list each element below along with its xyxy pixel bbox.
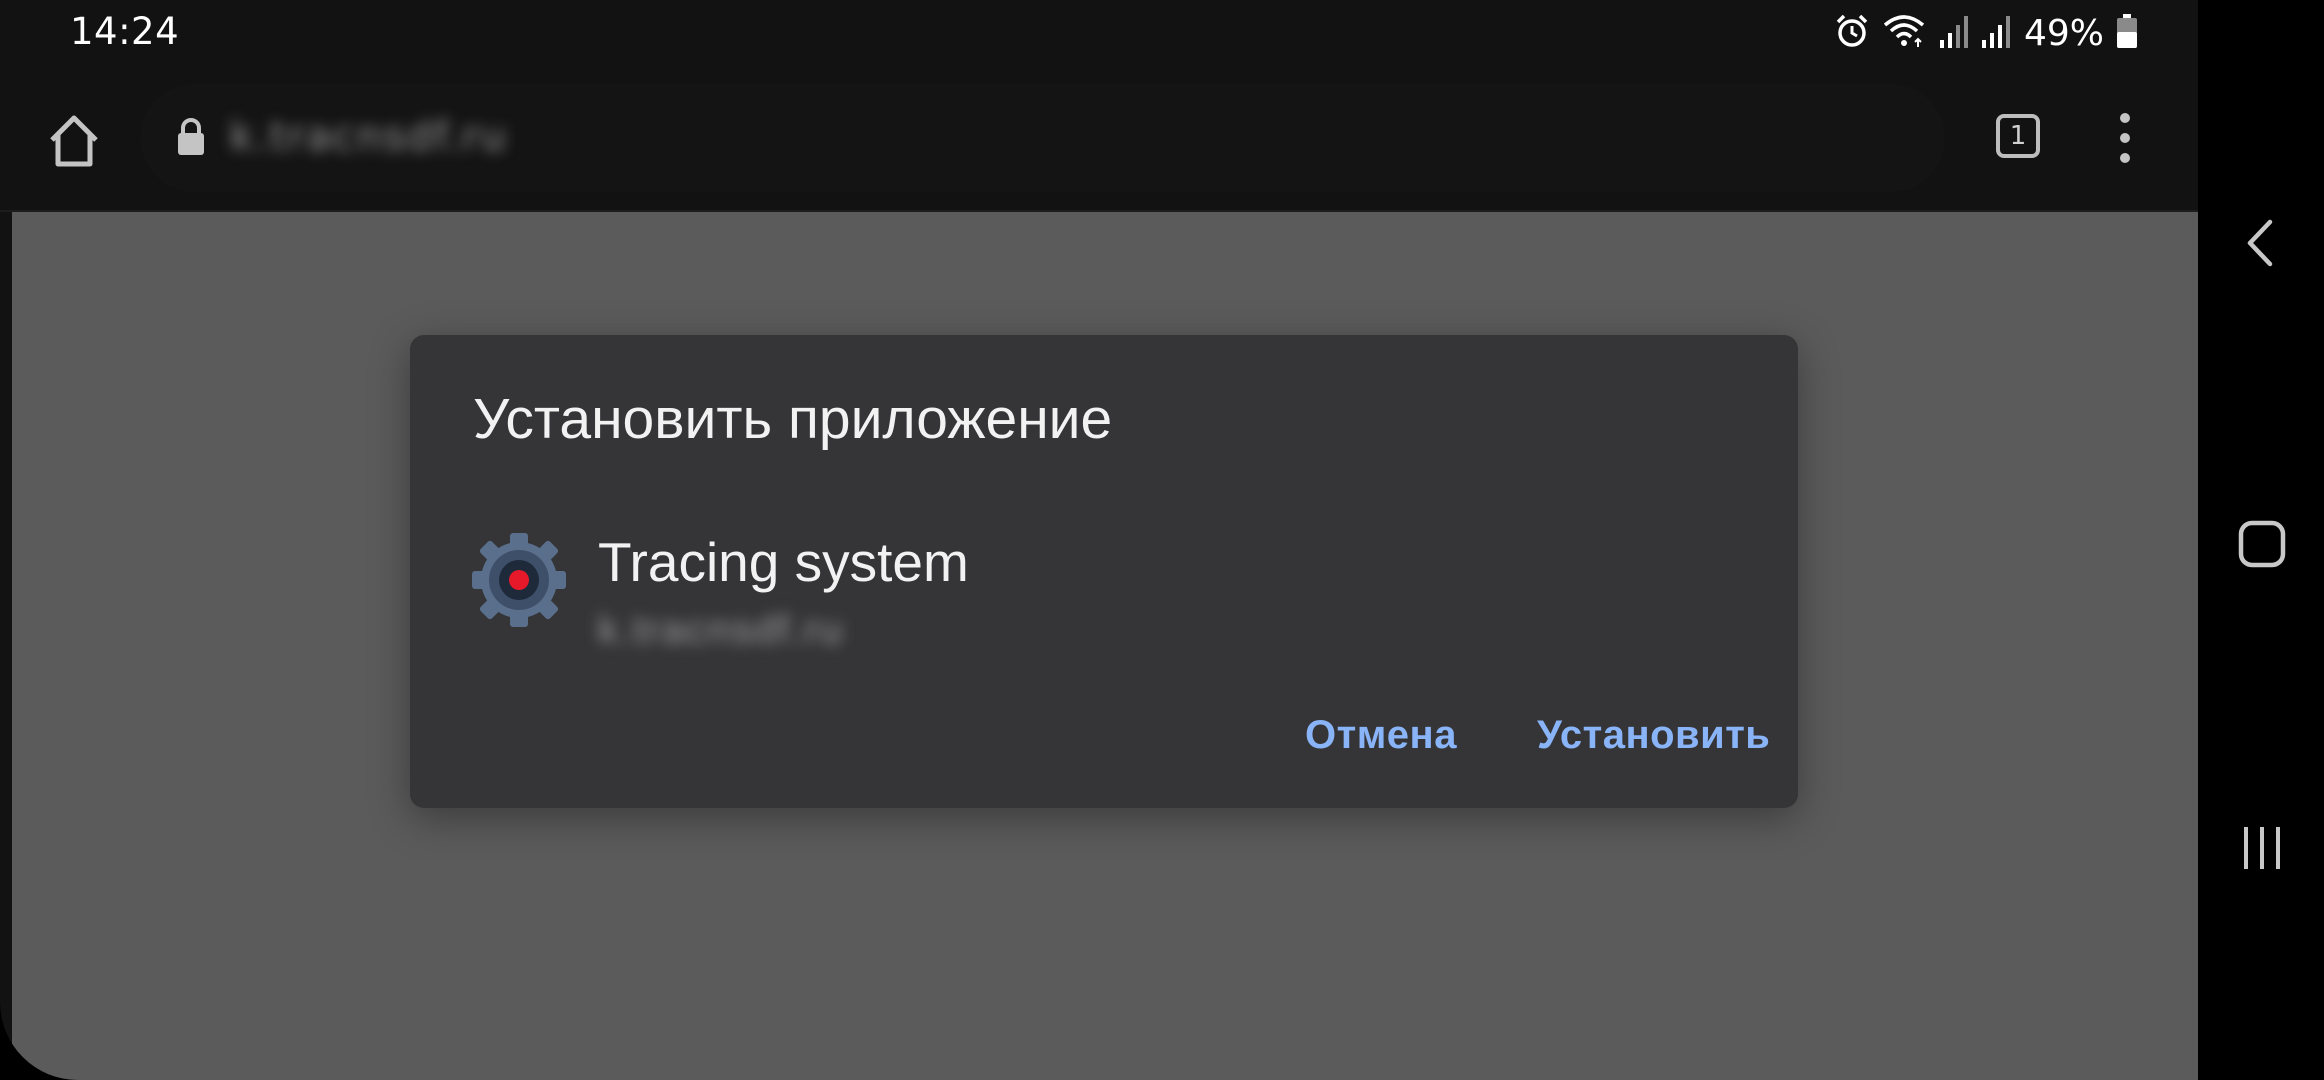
wifi-icon: [1882, 13, 1926, 53]
app-origin: k.tracnsdf.ru: [598, 608, 845, 652]
home-nav-icon[interactable]: [2238, 520, 2286, 572]
url-text: k.tracnsdf.ru: [230, 114, 508, 160]
status-bar: 14:24 49%: [0, 0, 2198, 68]
battery-percent: 49%: [2023, 12, 2104, 54]
status-icons: 49%: [1834, 12, 2138, 54]
install-app-dialog: Установить приложение Tracing system k.t…: [410, 335, 1798, 808]
install-button[interactable]: Установить: [1537, 713, 1770, 758]
browser-toolbar: k.tracnsdf.ru 1: [0, 68, 2198, 212]
navigation-bar: [2198, 0, 2324, 1080]
home-icon[interactable]: [44, 112, 104, 170]
more-menu-icon[interactable]: [2110, 110, 2140, 166]
back-icon[interactable]: [2242, 218, 2278, 272]
app-name: Tracing system: [598, 531, 969, 593]
address-bar[interactable]: k.tracnsdf.ru: [140, 84, 1945, 192]
signal-icon: [1938, 14, 1968, 52]
alarm-icon: [1834, 13, 1870, 53]
status-time: 14:24: [70, 10, 180, 53]
signal-icon: [1980, 14, 2010, 52]
app-gear-icon: [470, 531, 568, 629]
cancel-button[interactable]: Отмена: [1305, 713, 1457, 758]
tab-switcher-button[interactable]: 1: [1996, 114, 2040, 158]
recents-icon[interactable]: [2240, 825, 2284, 875]
lock-icon: [175, 117, 207, 161]
dialog-title: Установить приложение: [473, 387, 1113, 451]
battery-icon: [2116, 13, 2138, 53]
device-screen: 14:24 49% k.tracnsdf.ru 1 Установить при…: [0, 0, 2198, 1080]
